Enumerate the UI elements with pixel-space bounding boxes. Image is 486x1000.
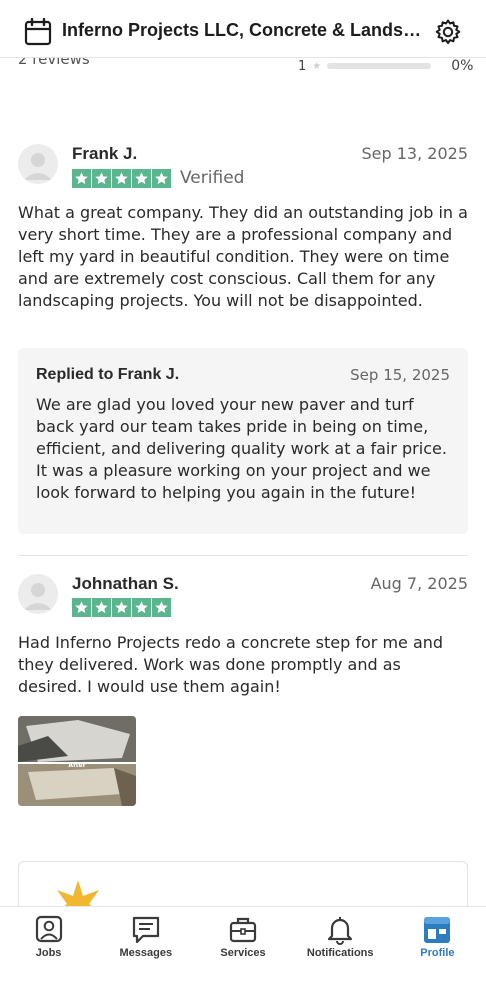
reviewer-name: Frank J. [72, 144, 138, 163]
review-card: Frank J. Sep 13, 2025 Verified What a gr… [18, 144, 468, 544]
tab-label: Services [220, 947, 266, 959]
bottom-tab-bar: Jobs Messages Services Notifications Pro… [0, 906, 486, 1000]
review-body: What a great company. They did an outsta… [18, 203, 468, 310]
review-date: Sep 13, 2025 [361, 144, 469, 163]
calendar-icon[interactable] [24, 18, 52, 46]
star-rating [72, 598, 172, 617]
avatar [18, 574, 58, 614]
business-reply: Replied to Frank J. Sep 15, 2025 We are … [18, 348, 468, 534]
rating-bar [327, 63, 432, 69]
star-icon [92, 168, 111, 188]
tab-label: Messages [119, 947, 173, 959]
review-photo[interactable]: After [18, 716, 136, 806]
tab-jobs[interactable]: Jobs [0, 907, 97, 1000]
star-rating: Verified [72, 168, 244, 188]
bell-icon [328, 917, 353, 945]
rating-distribution-row: 1 ★ 0% [298, 58, 473, 74]
review-card: Johnathan S. Aug 7, 2025 Had Inferno Pro… [18, 574, 468, 814]
tab-label: Profile [420, 947, 455, 959]
default-avatar-icon [18, 144, 58, 184]
business-title: Inferno Projects LLC, Concrete & Landsca… [62, 20, 422, 40]
review-divider [18, 555, 468, 556]
reply-body: We are glad you loved your new paver and… [36, 395, 447, 502]
after-label: After [68, 762, 85, 769]
reply-date: Sep 15, 2025 [350, 366, 450, 384]
tab-notifications[interactable]: Notifications [292, 907, 389, 1000]
star-icon [152, 598, 171, 617]
reviewer-name: Johnathan S. [72, 574, 179, 593]
review-body: Had Inferno Projects redo a concrete ste… [18, 633, 444, 696]
rating-percent: 0% [451, 58, 474, 74]
message-icon [132, 916, 159, 944]
star-icon [112, 168, 131, 188]
star-icon [72, 168, 91, 188]
storefront-icon [424, 917, 451, 943]
tab-profile[interactable]: Profile [389, 907, 486, 1000]
briefcase-icon [229, 917, 257, 943]
small-star-icon: ★ [312, 60, 322, 72]
star-icon [72, 598, 91, 617]
avatar [18, 144, 58, 184]
star-icon [152, 168, 171, 188]
before-after-photo: After [18, 716, 136, 806]
star-icon [132, 598, 151, 617]
tab-label: Notifications [306, 947, 374, 959]
tab-messages[interactable]: Messages [97, 907, 194, 1000]
tab-services[interactable]: Services [194, 907, 291, 1000]
star-icon [92, 598, 111, 617]
person-badge-icon [35, 915, 62, 943]
tab-label: Jobs [35, 947, 62, 959]
review-date: Aug 7, 2025 [370, 574, 468, 593]
default-avatar-icon [18, 574, 58, 614]
reply-title: Replied to Frank J. [36, 366, 180, 383]
star-icon [112, 598, 131, 617]
rating-star-label: 1 [298, 58, 307, 74]
gear-icon[interactable] [433, 17, 463, 47]
verified-label: Verified [180, 168, 245, 188]
app-header: Inferno Projects LLC, Concrete & Landsca… [0, 0, 486, 58]
star-icon [132, 168, 151, 188]
